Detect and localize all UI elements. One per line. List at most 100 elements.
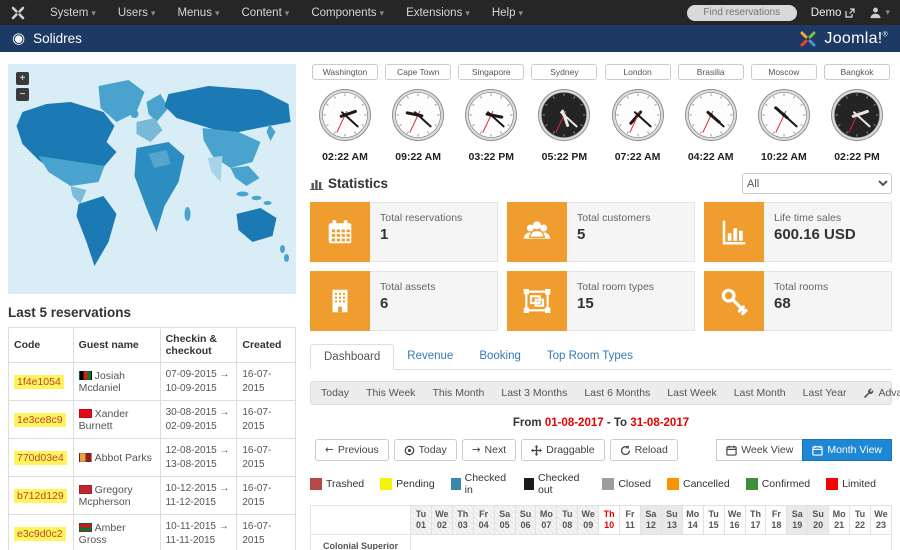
tab-revenue[interactable]: Revenue	[394, 344, 466, 370]
calendar-draggable-button[interactable]: Draggable	[521, 439, 605, 461]
reservation-code-cell: 1f4e1054	[8, 362, 74, 401]
world-clock-singapore: Singapore 03:22 PM	[456, 64, 526, 163]
filter-advanced[interactable]: Advanced	[863, 387, 900, 399]
analog-clock	[676, 87, 746, 148]
checkout-date: 13-08-2015	[165, 458, 217, 470]
city-tab[interactable]: Bangkok	[823, 64, 890, 80]
legend-closed: Closed	[602, 478, 651, 490]
legend-pending: Pending	[380, 478, 435, 490]
city-tab[interactable]: Cape Town	[385, 64, 452, 80]
legend-swatch	[524, 478, 534, 490]
calendar-day-header: Su 06	[514, 505, 537, 535]
component-title: ◉ Solidres	[12, 31, 82, 46]
filter-this-week[interactable]: This Week	[366, 387, 415, 399]
component-header: ◉ Solidres Joomla!®	[0, 25, 900, 52]
external-link-icon	[845, 7, 856, 18]
calendar-today-button[interactable]: Today	[393, 439, 457, 461]
map-zoom-out-button[interactable]: −	[16, 88, 29, 101]
day-number: 16	[729, 520, 740, 530]
filter-today[interactable]: Today	[321, 387, 349, 399]
menu-label: System	[50, 6, 89, 19]
stat-card-body: Life time sales 600.16 USD	[764, 202, 892, 262]
statistics-filter-select[interactable]: All	[742, 173, 892, 194]
top-menu-item-help[interactable]: Help ▾	[482, 3, 533, 23]
day-of-week: Sa	[645, 508, 657, 519]
tab-dashboard[interactable]: Dashboard	[310, 344, 395, 370]
top-menu-item-components[interactable]: Components ▾	[301, 3, 394, 23]
city-tab[interactable]: Moscow	[750, 64, 817, 80]
stat-card: Total reservations 1	[310, 202, 498, 262]
stat-card-value: 1	[380, 226, 389, 243]
date-range-from-value: 01-08-2017	[544, 417, 604, 429]
button-label: Week View	[741, 444, 794, 456]
week-view-button[interactable]: Week View	[716, 439, 804, 461]
reservation-row: b712d129 Gregory Mcpherson 10-12-2015 → 11-…	[8, 476, 296, 515]
filter-last-6-months[interactable]: Last 6 Months	[584, 387, 650, 399]
calendar-icon	[310, 202, 370, 262]
city-tab[interactable]: Brasilia	[677, 64, 744, 80]
day-of-week: Fr	[479, 508, 489, 519]
user-menu[interactable]: ▾	[869, 6, 890, 19]
day-number: 20	[813, 520, 824, 530]
chevron-down-icon: ▾	[284, 7, 290, 18]
city-tab[interactable]: London	[604, 64, 671, 80]
city-tab[interactable]: Washington	[312, 64, 378, 80]
analog-clock	[529, 87, 599, 148]
reservation-guest-cell: Gregory Mcpherson	[72, 476, 161, 515]
stat-card-body: Total room types 15	[567, 271, 695, 331]
day-number: 13	[666, 520, 677, 530]
calendar-day-header: Tu 01	[410, 505, 432, 535]
top-menu-item-menus[interactable]: Menus ▾	[167, 3, 229, 23]
target-icon	[404, 445, 415, 456]
stat-card: Total customers 5	[507, 202, 695, 262]
tab-booking[interactable]: Booking	[466, 344, 534, 370]
city-tab[interactable]: Sydney	[531, 64, 598, 80]
country-flag-icon	[78, 484, 92, 494]
calendar-nav-buttons: ← Previous Today → Next Draggable Reload	[310, 439, 678, 461]
top-menu-item-content[interactable]: Content ▾	[232, 3, 300, 23]
filter-last-3-months[interactable]: Last 3 Months	[501, 387, 567, 399]
map-zoom-in-button[interactable]: +	[16, 72, 29, 85]
legend-swatch	[745, 478, 758, 490]
calendar-day-header: Mo 07	[535, 505, 558, 535]
search-input[interactable]	[686, 4, 797, 21]
calendar-reload-button[interactable]: Reload	[609, 439, 678, 461]
reservation-dates-cell: 10-11-2015 → 11-11-2015	[159, 514, 238, 550]
stat-card-value: 600.16 USD	[774, 226, 856, 243]
calendar-day-header: We 16	[723, 505, 746, 535]
day-number: 05	[499, 520, 510, 530]
reservation-dates-cell: 30-08-2015 → 02-09-2015	[159, 400, 238, 439]
world-map[interactable]: + −	[8, 64, 296, 294]
menu-label: Components	[311, 6, 377, 19]
preview-site-link[interactable]: Demo	[811, 7, 856, 19]
stat-card-label: Total reservations	[380, 212, 463, 224]
legend-trashed: Trashed	[310, 478, 364, 490]
country-flag-icon	[78, 452, 92, 462]
month-view-button[interactable]: Month View	[802, 439, 892, 461]
calendar-next-button[interactable]: → Next	[461, 439, 517, 461]
chevron-down-icon: ▾	[518, 7, 524, 18]
filter-last-year[interactable]: Last Year	[803, 387, 847, 399]
filter-last-week[interactable]: Last Week	[667, 387, 716, 399]
tab-top-room-types[interactable]: Top Room Types	[534, 344, 646, 370]
menu-label: Help	[491, 6, 516, 19]
calendar-view-icon	[726, 445, 737, 456]
top-menu-item-users[interactable]: Users ▾	[108, 3, 166, 23]
day-of-week: Th	[749, 508, 761, 519]
legend-label: Cancelled	[683, 478, 730, 490]
filter-this-month[interactable]: This Month	[432, 387, 484, 399]
calendar-day-header: Fr 04	[472, 505, 495, 535]
city-tab[interactable]: Singapore	[458, 64, 525, 80]
statistics-header: Statistics All	[310, 173, 892, 194]
calendar-day-header: Su 20	[807, 505, 830, 535]
calendar-previous-button[interactable]: ← Previous	[315, 439, 389, 461]
date-range-to-value: 31-08-2017	[630, 417, 690, 429]
top-menu-item-system[interactable]: System ▾	[40, 3, 106, 23]
analog-clock	[603, 87, 673, 148]
last-reservations-table: Code Guest name Checkin & checkout Created …	[8, 327, 296, 550]
checkin-date: 10-11-2015 →	[165, 521, 229, 532]
filter-last-month[interactable]: Last Month	[734, 387, 786, 399]
calendar-day-header: Tu 22	[849, 505, 871, 535]
top-menu-item-extensions[interactable]: Extensions ▾	[396, 3, 480, 23]
stat-card-body: Total customers 5	[567, 202, 695, 262]
